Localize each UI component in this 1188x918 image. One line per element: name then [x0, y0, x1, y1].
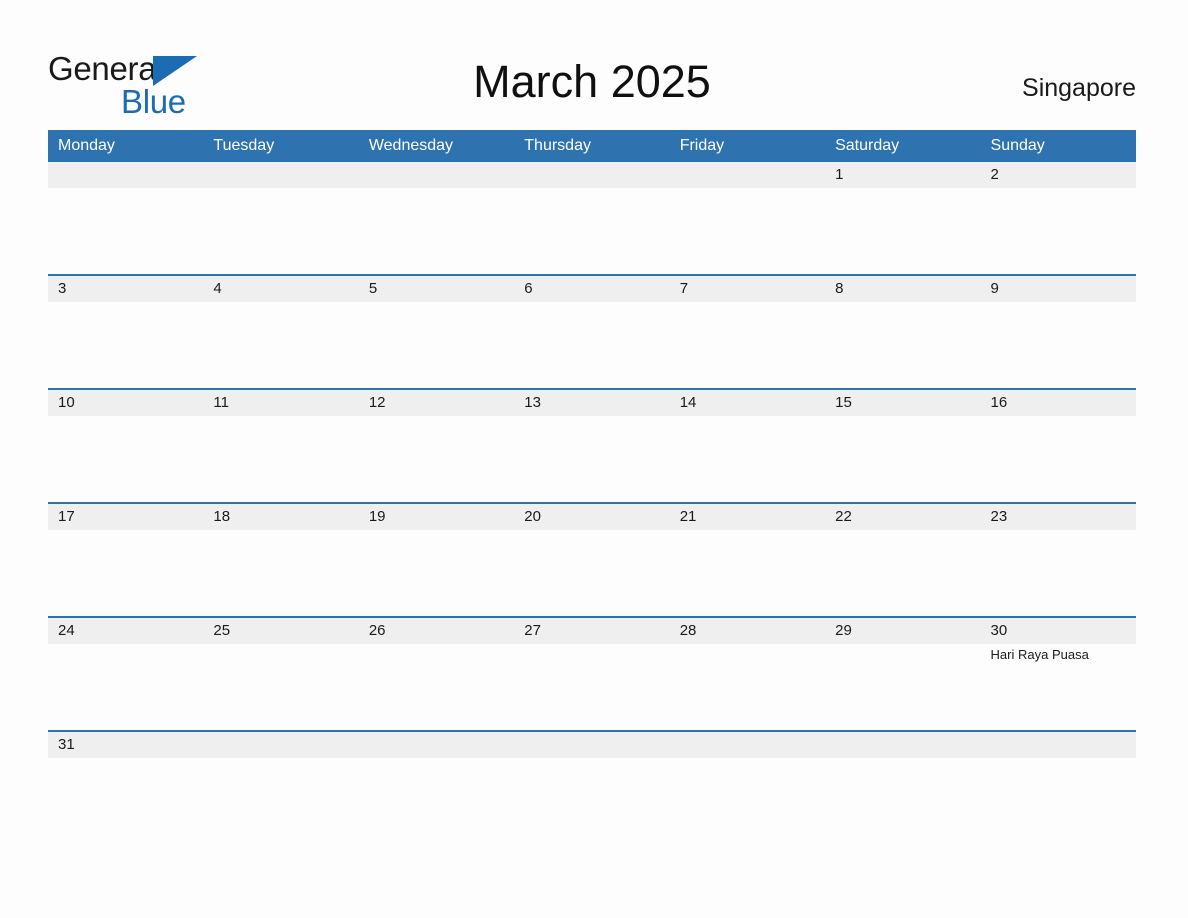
calendar-day-cell[interactable]: 27: [514, 618, 669, 728]
day-number: 28: [679, 622, 697, 639]
calendar-day-cell[interactable]: 9: [981, 276, 1136, 386]
calendar-day-cell[interactable]: 1: [825, 162, 980, 272]
calendar-day-cell[interactable]: 28: [670, 618, 825, 728]
calendar-day-cell[interactable]: 18: [203, 504, 358, 614]
calendar-day-cell[interactable]: 11: [203, 390, 358, 500]
weekday-header-saturday: Saturday: [835, 137, 900, 154]
day-number: 27: [524, 622, 541, 639]
day-number: 22: [835, 508, 852, 525]
calendar-day-cell-empty: [670, 732, 825, 842]
day-number: 4: [213, 280, 222, 297]
calendar-day-cell[interactable]: 31: [48, 732, 203, 842]
weekday-header-wednesday: Wednesday: [368, 137, 454, 154]
day-number: 21: [679, 508, 697, 525]
day-number: 13: [524, 394, 541, 411]
calendar-day-cell[interactable]: 16: [981, 390, 1136, 500]
day-number: 9: [990, 280, 999, 297]
day-number: 12: [368, 394, 386, 411]
calendar-day-cell-empty: [203, 732, 358, 842]
day-number: 3: [58, 280, 67, 297]
calendar-week-row: 3 4 5 6 7 8 9: [48, 274, 1136, 388]
calendar-day-cell[interactable]: 5: [359, 276, 514, 386]
calendar-day-cell[interactable]: 4: [203, 276, 358, 386]
day-number: 14: [679, 394, 697, 411]
calendar-day-cell[interactable]: 26: [359, 618, 514, 728]
calendar-day-cell[interactable]: 17: [48, 504, 203, 614]
week-cells: 17 18 19 20 21 22 23: [48, 504, 1136, 614]
calendar-day-cell[interactable]: 20: [514, 504, 669, 614]
calendar-day-cell-empty: [48, 162, 203, 272]
calendar-day-cell-empty: [203, 162, 358, 272]
calendar-day-cell[interactable]: 15: [825, 390, 980, 500]
calendar-week-row: 31: [48, 730, 1136, 844]
calendar-day-cell[interactable]: 30 Hari Raya Puasa: [981, 618, 1136, 728]
calendar-day-cell[interactable]: 25: [203, 618, 358, 728]
day-number: 20: [524, 508, 541, 525]
day-number: 16: [990, 394, 1008, 411]
day-number: 8: [835, 280, 844, 297]
week-cells: 10 11 12 13 14 15 16: [48, 390, 1136, 500]
calendar-week-row: 12: [48, 162, 1136, 274]
weekday-header-monday: Monday: [58, 137, 115, 154]
holiday-label: Hari Raya Puasa: [990, 647, 1089, 662]
day-number: 2: [990, 166, 999, 183]
week-cells: 24 25 26 27 28 29 30 Hari Raya Puasa: [48, 618, 1136, 728]
day-number: 7: [679, 280, 689, 297]
calendar-day-cell[interactable]: 29: [825, 618, 980, 728]
calendar-day-cell[interactable]: 14: [670, 390, 825, 500]
page-title: March 2025: [473, 56, 711, 107]
page-masthead: General Blue March 2025 Singapore: [48, 44, 1136, 122]
day-number: 19: [368, 508, 386, 525]
calendar-day-cell-empty: [359, 732, 514, 842]
day-number: 17: [58, 508, 75, 525]
calendar-week-row: 10 11 12 13 14 15 16: [48, 388, 1136, 502]
calendar-day-cell[interactable]: 2: [981, 162, 1136, 272]
day-number: 18: [213, 508, 231, 525]
day-number: 1: [835, 166, 844, 183]
day-number: 25: [213, 622, 231, 639]
calendar-day-cell-empty: [514, 732, 669, 842]
calendar-day-cell[interactable]: 10: [48, 390, 203, 500]
day-number: 24: [58, 622, 75, 639]
day-number: 23: [990, 508, 1008, 525]
calendar-day-cell-empty: [981, 732, 1136, 842]
day-number: 29: [835, 622, 852, 639]
day-number: 30: [990, 622, 1008, 639]
day-number: 15: [835, 394, 852, 411]
week-cells: 3 4 5 6 7 8 9: [48, 276, 1136, 386]
day-number: 11: [213, 394, 229, 411]
calendar-day-cell[interactable]: 8: [825, 276, 980, 386]
weekday-header-friday: Friday: [679, 137, 725, 154]
calendar-day-cell[interactable]: 12: [359, 390, 514, 500]
calendar-grid: Monday Tuesday Wednesday Thursday Friday…: [48, 130, 1136, 844]
calendar-day-cell-empty: [670, 162, 825, 272]
calendar-day-cell[interactable]: 19: [359, 504, 514, 614]
weekday-header-sunday: Sunday: [990, 137, 1045, 154]
calendar-day-cell[interactable]: 24: [48, 618, 203, 728]
day-number: 5: [368, 280, 378, 297]
calendar-weeks: 1 2 3 4 5 6 7 8 9 10 11 12 13 14 15 16 17 18 19 20 21 22 23 24 2…: [48, 162, 1136, 844]
region-label: Singapore: [1022, 74, 1136, 102]
calendar-day-cell[interactable]: 23: [981, 504, 1136, 614]
weekday-header-thursday: Thursday: [524, 137, 591, 154]
calendar-day-cell[interactable]: 6: [514, 276, 669, 386]
weekday-header-tuesday: Tuesday: [213, 137, 275, 154]
day-number: 31: [58, 736, 75, 753]
calendar-day-cell[interactable]: 21: [670, 504, 825, 614]
calendar-day-cell[interactable]: 7: [670, 276, 825, 386]
week-cells: 31: [48, 732, 1136, 842]
calendar-day-cell-empty: [514, 162, 669, 272]
calendar-day-cell-empty: [359, 162, 514, 272]
day-number: 10: [58, 394, 75, 411]
calendar-day-cell-empty: [825, 732, 980, 842]
day-number: 6: [524, 280, 533, 297]
day-number: 26: [368, 622, 386, 639]
week-cells: 12: [48, 162, 1136, 272]
calendar-week-row: 24 25 26 27 28 29 30 Hari Raya Puasa: [48, 616, 1136, 730]
calendar-week-row: 17 18 19 20 21 22 23: [48, 502, 1136, 616]
weekday-header-row: Monday Tuesday Wednesday Thursday Friday…: [48, 130, 1136, 162]
calendar-day-cell[interactable]: 22: [825, 504, 980, 614]
calendar-day-cell[interactable]: 13: [514, 390, 669, 500]
calendar-day-cell[interactable]: 3: [48, 276, 203, 386]
